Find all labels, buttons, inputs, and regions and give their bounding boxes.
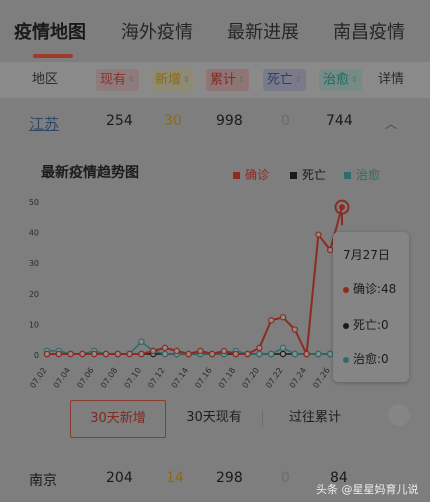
data-point	[173, 347, 180, 355]
data-point	[126, 350, 133, 358]
tooltip-cured-dot	[343, 356, 349, 363]
x-tick-label: 07.12	[146, 366, 167, 390]
data-point	[208, 350, 216, 358]
data-point	[279, 344, 287, 352]
highlighted-point	[339, 204, 345, 211]
data-point	[67, 350, 74, 358]
data-point	[291, 326, 298, 333]
x-tick-label: 07.02	[28, 366, 49, 390]
data-point	[268, 317, 275, 324]
x-tick-label: 07.24	[288, 366, 309, 390]
data-point	[315, 350, 322, 358]
data-point	[90, 350, 98, 358]
y-tick-label: 20	[29, 290, 39, 299]
x-tick-label: 07.04	[52, 366, 73, 390]
data-point	[232, 350, 239, 358]
x-tick-label: 07.18	[217, 366, 238, 390]
x-tick-label: 07.20	[241, 366, 262, 390]
x-tick-label: 07.06	[75, 366, 96, 390]
data-point	[291, 350, 298, 358]
row-area-name: 南京	[29, 473, 57, 489]
data-point	[102, 350, 110, 358]
data-point	[161, 350, 169, 358]
x-tick-label: 07.16	[193, 366, 214, 390]
tooltip-cured: 治愈:0	[343, 350, 389, 367]
tooltip-confirmed-text: 确诊:48	[353, 282, 397, 296]
range-30-day-new-button[interactable]: 30天新增	[70, 400, 166, 438]
row-new: 14	[166, 470, 184, 486]
data-point	[244, 350, 251, 358]
tooltip-cured-text: 治愈:0	[353, 352, 389, 366]
data-point	[279, 314, 287, 321]
y-tick-label: 0	[34, 351, 39, 360]
data-point	[161, 344, 169, 352]
watermark: 头条 @星星妈育儿说	[316, 483, 419, 496]
button-divider	[262, 410, 263, 426]
data-point	[220, 347, 228, 355]
tooltip-confirmed: 确诊:48	[343, 280, 396, 297]
x-tick-label: 07.26	[311, 366, 332, 390]
tooltip-dead: 死亡:0	[343, 316, 389, 333]
y-tick-label: 10	[29, 320, 39, 329]
data-point	[256, 350, 263, 358]
series-line-confirmed	[47, 206, 343, 355]
data-point	[43, 350, 51, 358]
y-tick-label: 40	[29, 229, 39, 238]
row-dead: 0	[281, 470, 290, 486]
y-tick-label: 50	[29, 198, 39, 207]
data-point	[149, 347, 157, 355]
row-current: 204	[106, 470, 133, 486]
data-point	[303, 350, 310, 358]
tooltip-date: 7月27日	[343, 248, 390, 262]
x-tick-label: 07.22	[264, 366, 285, 390]
data-point	[138, 350, 145, 358]
range-30-day-current-button[interactable]: 30天现有	[175, 400, 253, 436]
data-point	[315, 231, 322, 238]
x-tick-label: 07.14	[170, 366, 191, 390]
range-historical-total-button[interactable]: 过往累计	[276, 400, 354, 436]
range-more-button[interactable]	[388, 404, 410, 426]
tooltip-dead-text: 死亡:0	[353, 318, 389, 332]
data-point	[79, 350, 86, 358]
tooltip-confirmed-dot	[343, 286, 349, 293]
x-tick-label: 07.10	[123, 366, 144, 390]
data-point	[138, 338, 145, 345]
tooltip-dead-dot	[343, 322, 349, 329]
data-point	[197, 347, 204, 355]
data-point	[55, 350, 63, 358]
data-point	[114, 350, 122, 358]
data-point	[279, 350, 287, 358]
data-point	[256, 344, 263, 352]
row-total: 298	[216, 470, 243, 486]
x-tick-label: 07.08	[99, 366, 120, 390]
data-point	[268, 350, 275, 358]
y-tick-label: 30	[29, 259, 39, 268]
data-point	[185, 350, 192, 358]
range-switch: 30天新增 30天现有 过往累计	[0, 398, 430, 438]
chart-tooltip: 7月27日 确诊:48 死亡:0 治愈:0	[333, 232, 409, 382]
